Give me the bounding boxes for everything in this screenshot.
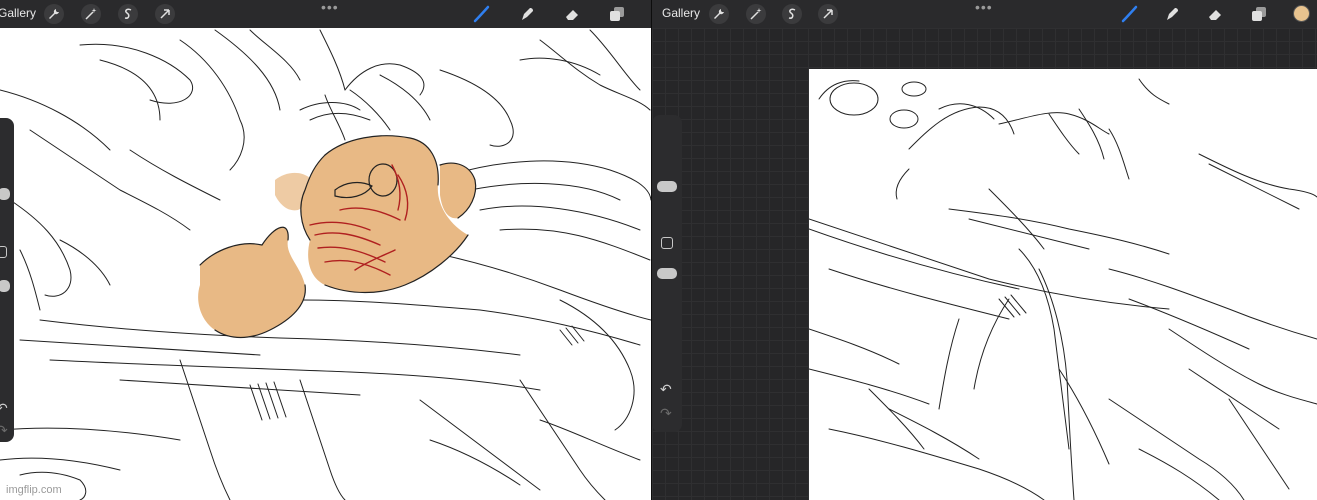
redo-icon[interactable]: ↷: [0, 422, 8, 439]
right-artboard[interactable]: [809, 69, 1317, 500]
eraser-icon[interactable]: [561, 3, 583, 25]
smudge-icon[interactable]: [516, 3, 538, 25]
modify-button[interactable]: [661, 237, 673, 249]
smudge-icon[interactable]: [1161, 3, 1183, 25]
modify-button[interactable]: [0, 246, 7, 258]
layers-icon[interactable]: [606, 3, 628, 25]
arrow-cursor-icon[interactable]: [155, 4, 175, 24]
brush-icon[interactable]: [1119, 3, 1141, 25]
right-procreate-window: Gallery ••• ↶ ↷: [652, 0, 1317, 500]
opacity-slider-handle[interactable]: [0, 280, 10, 292]
brush-icon[interactable]: [471, 3, 493, 25]
opacity-slider-handle[interactable]: [657, 268, 677, 279]
more-actions-button[interactable]: •••: [975, 0, 993, 14]
redo-icon[interactable]: ↷: [660, 405, 672, 422]
magic-wand-icon[interactable]: [81, 4, 101, 24]
arrow-cursor-icon[interactable]: [818, 4, 838, 24]
selection-s-icon[interactable]: [782, 4, 802, 24]
wrench-icon[interactable]: [709, 4, 729, 24]
selection-s-icon[interactable]: [118, 4, 138, 24]
gallery-button[interactable]: Gallery: [0, 6, 36, 20]
brush-size-slider-handle[interactable]: [657, 181, 677, 192]
right-brush-sidebar: ↶ ↷: [652, 115, 682, 432]
right-top-toolbar: Gallery •••: [652, 0, 1317, 28]
undo-icon[interactable]: ↶: [660, 381, 672, 398]
undo-icon[interactable]: ↶: [0, 400, 8, 417]
right-canvas-drawing[interactable]: [809, 69, 1317, 500]
left-brush-sidebar: ↶ ↷: [0, 118, 14, 442]
gallery-button[interactable]: Gallery: [662, 6, 700, 20]
imgflip-watermark: imgflip.com: [6, 484, 62, 496]
brush-size-slider-handle[interactable]: [0, 188, 10, 200]
more-actions-button[interactable]: •••: [321, 0, 339, 14]
eraser-icon[interactable]: [1204, 3, 1226, 25]
left-procreate-window: Gallery ••• ↶ ↷ imgflip.com: [0, 0, 651, 500]
color-picker-swatch[interactable]: [1293, 5, 1310, 22]
layers-icon[interactable]: [1248, 3, 1270, 25]
magic-wand-icon[interactable]: [746, 4, 766, 24]
wrench-icon[interactable]: [44, 4, 64, 24]
left-top-toolbar: Gallery •••: [0, 0, 651, 28]
left-canvas-drawing[interactable]: [0, 0, 651, 500]
